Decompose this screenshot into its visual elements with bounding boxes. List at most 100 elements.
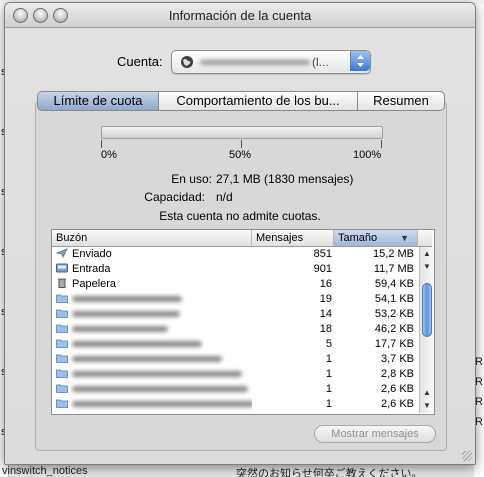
- mailbox-name: Enviado: [72, 248, 112, 260]
- table-row[interactable]: 1 3,7 KB: [52, 352, 418, 367]
- tab-mailbox-behavior[interactable]: Comportamiento de los bu...: [159, 91, 358, 111]
- resize-grip-icon[interactable]: [462, 451, 472, 461]
- column-header-mailbox[interactable]: Buzón: [52, 230, 252, 246]
- table-row[interactable]: 14 53,2 KB: [52, 307, 418, 322]
- message-count: 1: [325, 398, 332, 410]
- background-text-right: 突然のお知らせ何卒ご教えください。: [236, 468, 423, 477]
- tab-quota-limit[interactable]: Límite de cuota: [37, 91, 159, 111]
- scale-label-50: 50%: [229, 149, 252, 161]
- scale-tick: [101, 140, 102, 148]
- mailbox-cell: [56, 367, 252, 382]
- table-row[interactable]: Papelera 16 59,4 KB: [52, 277, 418, 292]
- folder-icon: [56, 398, 68, 408]
- folder-icon: [56, 338, 68, 348]
- background-text-left: vinswitch_notices: [2, 465, 88, 477]
- scale-label-100: 100%: [353, 149, 382, 161]
- mailbox-size: 2,6 KB: [380, 398, 414, 410]
- folder-icon: [56, 368, 68, 378]
- mailbox-cell: Enviado: [56, 247, 252, 262]
- mailbox-cell: Entrada: [56, 262, 252, 277]
- mailbox-size: 53,2 KB: [374, 308, 414, 320]
- table-row[interactable]: 5 17,7 KB: [52, 337, 418, 352]
- mailbox-cell: [56, 352, 252, 367]
- globe-icon: [181, 56, 193, 68]
- folder-icon: [56, 308, 68, 318]
- scroll-down-arrow-icon[interactable]: ▼: [420, 399, 434, 412]
- mailbox-cell: Papelera: [56, 277, 252, 292]
- folder-icon: [56, 293, 68, 303]
- scale-tick: [241, 140, 242, 148]
- table-row[interactable]: Enviado 851 15,2 MB: [52, 247, 418, 262]
- message-count: 19: [319, 293, 332, 305]
- message-count: 1: [325, 368, 332, 380]
- mailbox-name-redacted: [72, 341, 202, 347]
- mailbox-size: 17,7 KB: [374, 338, 414, 350]
- in-use-label: En uso:: [171, 172, 212, 186]
- mailbox-name-redacted: [72, 296, 182, 302]
- message-count: 1: [325, 353, 332, 365]
- mailbox-cell: [56, 382, 252, 397]
- table-row[interactable]: 1 2,6 KB: [52, 397, 418, 412]
- scroll-up-arrow-icon[interactable]: ▲: [420, 247, 434, 260]
- mailbox-cell: [56, 322, 252, 337]
- scroll-up-arrow-icon[interactable]: ▲: [420, 386, 434, 399]
- mailbox-size: 59,4 KB: [374, 278, 414, 290]
- sort-descending-icon: ▼: [400, 233, 409, 243]
- mailbox-size: 2,8 KB: [380, 368, 414, 380]
- mailbox-size: 54,1 KB: [374, 293, 414, 305]
- mailbox-cell: [56, 307, 252, 322]
- column-header-size-label: Tamaño: [338, 232, 378, 244]
- account-label: Cuenta:: [117, 54, 163, 69]
- mailbox-table: Buzón Mensajes Tamaño ▼ Enviado 851 15,2 M…: [51, 229, 435, 415]
- mailbox-size: 46,2 KB: [374, 323, 414, 335]
- mailbox-cell: [56, 292, 252, 307]
- mailbox-name-redacted: [72, 356, 222, 362]
- show-messages-button[interactable]: Mostrar mensajes: [314, 425, 436, 443]
- table-row[interactable]: 1 2,8 KB: [52, 367, 418, 382]
- no-quota-note: Esta cuenta no admite cuotas.: [159, 209, 321, 223]
- mailbox-size: 15,2 MB: [373, 248, 414, 260]
- mailbox-name: Entrada: [72, 263, 111, 275]
- table-row[interactable]: 18 46,2 KB: [52, 322, 418, 337]
- sent-mailbox-icon: [56, 248, 68, 259]
- table-header: Buzón Mensajes Tamaño ▼: [52, 230, 432, 247]
- column-header-messages[interactable]: Mensajes: [252, 230, 334, 246]
- quota-usage-bar: [101, 126, 383, 139]
- mailbox-name-redacted: [72, 371, 242, 377]
- title-bar[interactable]: Información de la cuenta: [5, 3, 475, 28]
- background-text-strip: vinswitch_notices 突然のお知らせ何卒ご教えください。: [0, 465, 484, 477]
- mailbox-size: 3,7 KB: [380, 353, 414, 365]
- mailbox-cell: [56, 337, 252, 352]
- account-popup-button[interactable]: (l...: [171, 50, 371, 74]
- mailbox-size: 11,7 MB: [373, 263, 414, 275]
- trash-icon: [56, 278, 68, 288]
- message-count: 851: [313, 248, 332, 260]
- scroll-thumb[interactable]: [422, 283, 432, 337]
- message-count: 14: [319, 308, 332, 320]
- inbox-icon: [56, 263, 68, 273]
- tab-summary[interactable]: Resumen: [358, 91, 445, 111]
- account-name-redacted: [200, 60, 310, 65]
- message-count: 1: [325, 383, 332, 395]
- account-value-suffix: (l...: [312, 55, 329, 69]
- mailbox-name-redacted: [72, 311, 180, 317]
- capacity-value: n/d: [216, 190, 233, 204]
- folder-icon: [56, 353, 68, 363]
- message-count: 5: [325, 338, 332, 350]
- column-header-size[interactable]: Tamaño ▼: [334, 230, 418, 246]
- message-count: 16: [319, 278, 332, 290]
- message-count: 18: [319, 323, 332, 335]
- mailbox-name-redacted: [72, 386, 248, 392]
- table-row[interactable]: Entrada 901 11,7 MB: [52, 262, 418, 277]
- table-rows: Enviado 851 15,2 MB Entrada 901 11,7 MB Papele…: [52, 247, 418, 412]
- mailbox-size: 2,6 KB: [380, 383, 414, 395]
- scale-label-0: 0%: [101, 149, 117, 161]
- mailbox-name-redacted: [72, 326, 168, 332]
- table-scrollbar[interactable]: ▲ ▼ ▲ ▼: [419, 247, 434, 413]
- mailbox-name-redacted: [72, 401, 252, 407]
- in-use-value: 27,1 MB (1830 mensajes): [216, 172, 354, 186]
- popup-arrows-icon: [350, 51, 370, 71]
- table-row[interactable]: 19 54,1 KB: [52, 292, 418, 307]
- scroll-down-arrow-icon[interactable]: ▼: [420, 260, 434, 273]
- table-row[interactable]: 1 2,6 KB: [52, 382, 418, 397]
